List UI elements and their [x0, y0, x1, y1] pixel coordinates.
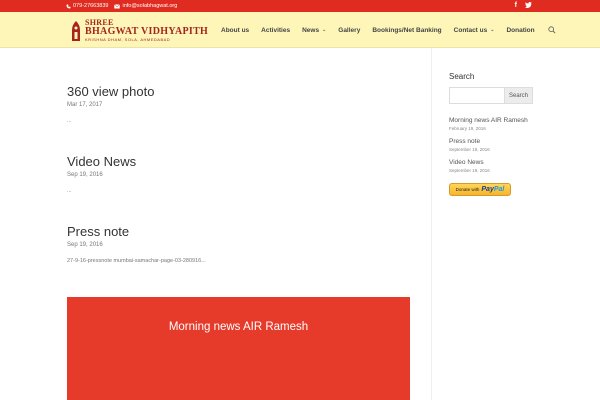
- featured-post-banner[interactable]: Morning news AIR Ramesh: [67, 297, 410, 400]
- post-excerpt: ...: [67, 188, 72, 194]
- recent-post-date: February 19, 2016: [449, 126, 486, 131]
- logo-line-3: KRISHNA DHAM, SOLA, AHMEDABAD: [85, 37, 171, 42]
- social-links: f: [515, 2, 532, 9]
- nav-activities[interactable]: Activities: [261, 27, 290, 34]
- recent-post-link[interactable]: Press note: [449, 138, 535, 145]
- temple-logo-icon: [72, 20, 80, 41]
- post-title[interactable]: Video News: [67, 154, 136, 169]
- site-header: SHREE BHAGWAT VIDHYAPITH KRISHNA DHAM, S…: [0, 12, 600, 48]
- list-item: Video News September 19, 2016: [449, 159, 535, 173]
- nav-label: Contact us: [453, 26, 488, 34]
- nav-label: News: [302, 26, 320, 34]
- post-date: Sep 19, 2016: [67, 242, 103, 248]
- nav-label: Bookings/Net Banking: [372, 26, 442, 34]
- recent-posts: Morning news AIR Ramesh February 19, 201…: [449, 117, 535, 173]
- main-nav: About us Activities News ⌄ Gallery Bookin…: [221, 26, 556, 34]
- nav-label: Activities: [261, 26, 291, 34]
- logo-line-2: BHAGWAT VIDHYAPITH: [85, 26, 209, 37]
- envelope-icon: [114, 3, 121, 8]
- paypal-logo: PayPal: [481, 186, 504, 193]
- search-widget-title: Search: [449, 72, 475, 81]
- banner-title[interactable]: Morning news AIR Ramesh: [67, 321, 410, 333]
- post-excerpt: ...: [67, 118, 72, 124]
- search-icon[interactable]: [548, 26, 556, 34]
- nav-label: About us: [221, 26, 250, 34]
- nav-contact-us[interactable]: Contact us ⌄: [454, 27, 495, 34]
- list-item: Press note September 19, 2016: [449, 138, 535, 152]
- post-video-news: Video News Sep 19, 2016 ...: [67, 154, 136, 194]
- post-excerpt: 27-9-16-pressnote mumbai-samachar-page-0…: [67, 258, 206, 264]
- paypal-brand-2: Pal: [493, 186, 505, 193]
- post-date: Mar 17, 2017: [67, 102, 103, 108]
- phone-link[interactable]: 079-27663839: [66, 3, 108, 9]
- site-logo[interactable]: SHREE BHAGWAT VIDHYAPITH KRISHNA DHAM, S…: [70, 19, 208, 42]
- email-link[interactable]: info@solabhagwat.org: [114, 3, 177, 9]
- nav-gallery[interactable]: Gallery: [338, 27, 360, 34]
- sidebar: Search Search Morning news AIR Ramesh Fe…: [449, 72, 535, 196]
- nav-donation[interactable]: Donation: [506, 27, 534, 34]
- nav-bookings[interactable]: Bookings/Net Banking: [372, 27, 441, 34]
- recent-post-date: September 19, 2016: [449, 147, 490, 152]
- paypal-brand-1: Pay: [481, 186, 494, 193]
- nav-news[interactable]: News ⌄: [302, 27, 326, 34]
- search-form: Search: [449, 87, 533, 104]
- email-address: info@solabhagwat.org: [122, 3, 178, 9]
- contact-info: 079-27663839 info@solabhagwat.org: [66, 3, 177, 9]
- paypal-prefix: Donate with: [455, 187, 480, 192]
- twitter-icon[interactable]: [525, 2, 532, 8]
- search-input[interactable]: [449, 87, 505, 104]
- post-title[interactable]: 360 view photo: [67, 84, 154, 99]
- chevron-down-icon: ⌄: [490, 27, 495, 33]
- sidebar-divider: [431, 48, 432, 400]
- top-bar: 079-27663839 info@solabhagwat.org f: [0, 0, 600, 12]
- search-button[interactable]: Search: [505, 87, 533, 104]
- post-press-note: Press note Sep 19, 2016 27-9-16-pressnot…: [67, 224, 206, 264]
- post-title[interactable]: Press note: [67, 224, 206, 239]
- nav-about-us[interactable]: About us: [221, 27, 249, 34]
- recent-post-link[interactable]: Video News: [449, 159, 535, 166]
- paypal-donate-button[interactable]: Donate with PayPal: [449, 183, 511, 196]
- facebook-icon[interactable]: f: [515, 2, 517, 9]
- nav-label: Gallery: [338, 26, 361, 34]
- phone-icon: [66, 4, 71, 8]
- recent-post-date: September 19, 2016: [449, 168, 490, 173]
- chevron-down-icon: ⌄: [322, 27, 327, 33]
- list-item: Morning news AIR Ramesh February 19, 201…: [449, 117, 535, 131]
- nav-label: Donation: [506, 26, 535, 34]
- phone-number: 079-27663839: [73, 3, 109, 9]
- post-360-view: 360 view photo Mar 17, 2017 ...: [67, 84, 154, 124]
- post-date: Sep 19, 2016: [67, 172, 103, 178]
- recent-post-link[interactable]: Morning news AIR Ramesh: [449, 117, 535, 124]
